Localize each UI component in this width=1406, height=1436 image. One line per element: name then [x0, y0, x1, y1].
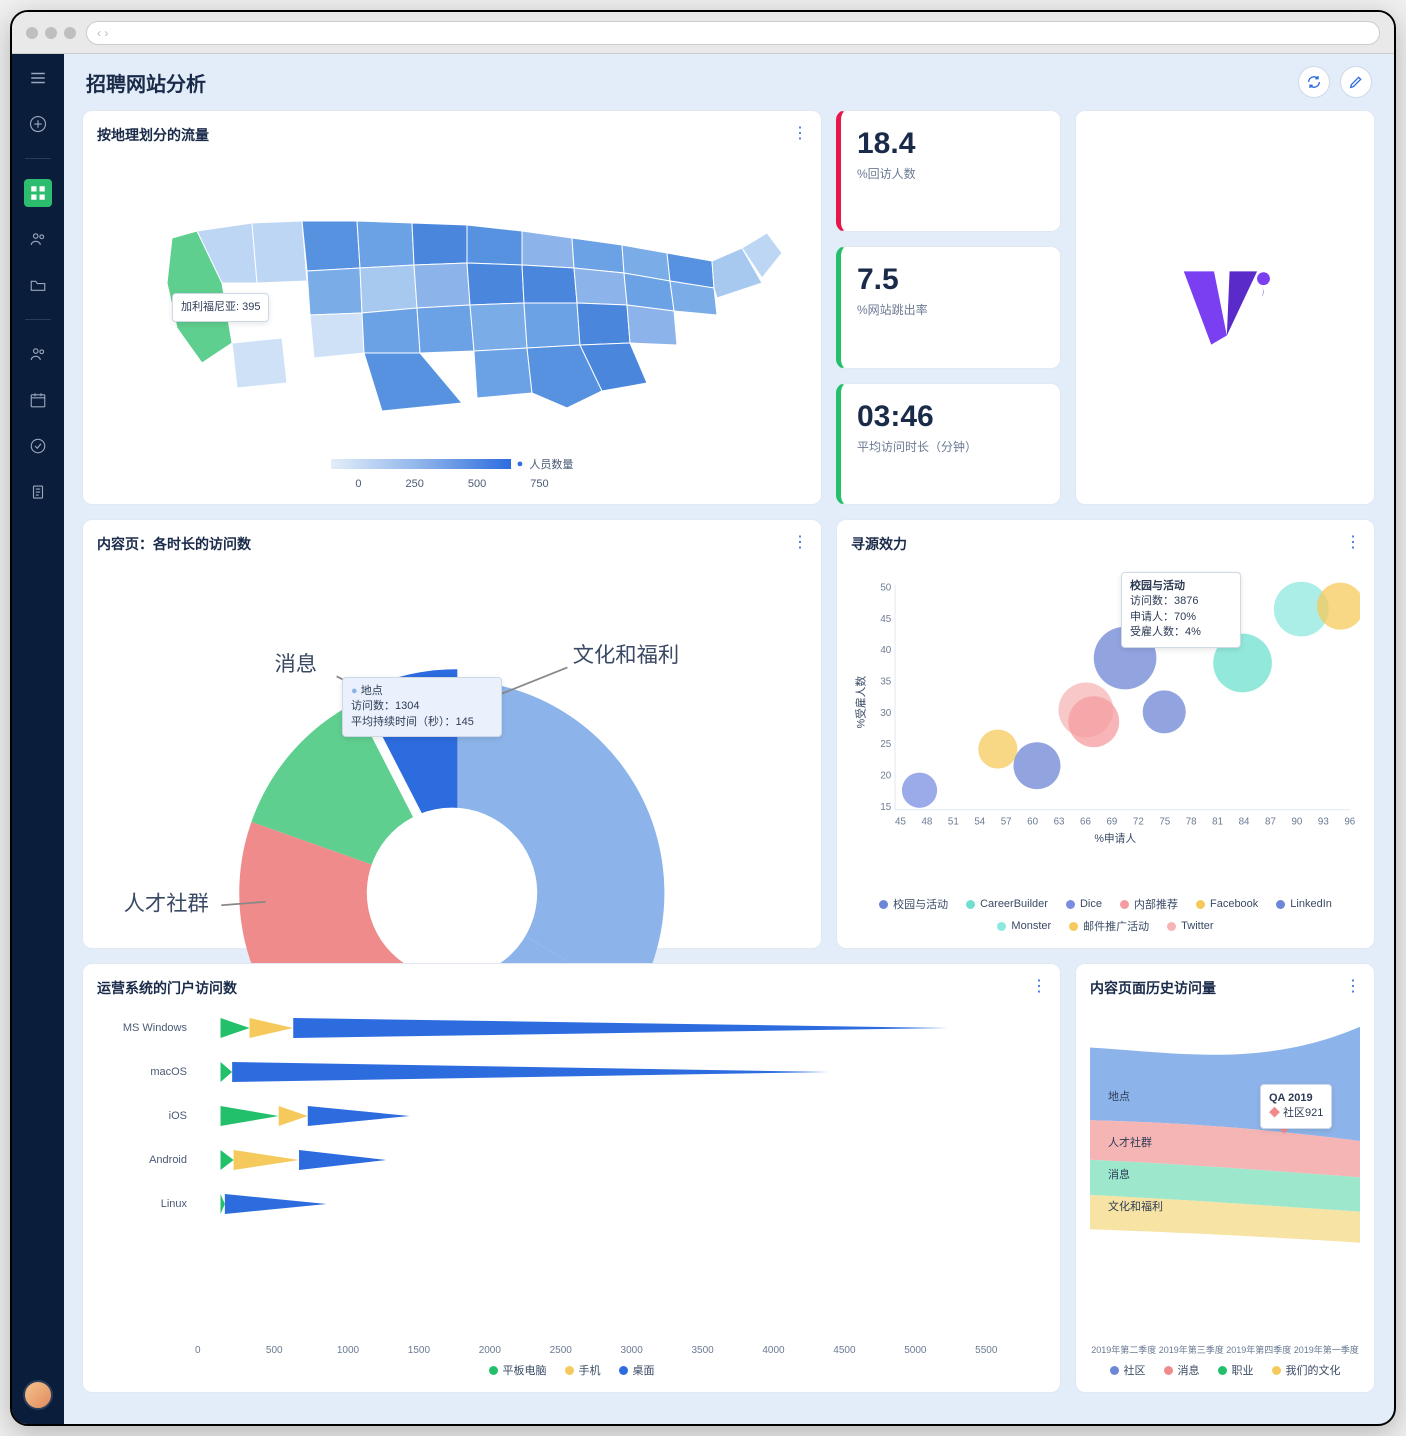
area-card: 内容页面历史访问量 ⋮ 地点 人才社群 消息 文化和福利 [1075, 963, 1375, 1393]
check-icon[interactable] [24, 432, 52, 460]
brand-logo-icon [1170, 253, 1280, 363]
bubble-card: 寻源效力 ⋮ 152025 303540 4550 454851 545760 [836, 519, 1375, 949]
svg-text:48: 48 [921, 816, 932, 827]
kpi-card: 18.4%回访人数 [836, 110, 1061, 232]
browser-titlebar: ‹ › [12, 12, 1394, 54]
svg-text:50: 50 [880, 583, 891, 594]
svg-text:文化和福利: 文化和福利 [573, 643, 680, 667]
svg-text:63: 63 [1054, 816, 1065, 827]
bubble-legend: 校园与活动CareerBuilderDice内部推荐FacebookLinked… [851, 890, 1360, 934]
svg-text:51: 51 [948, 816, 959, 827]
svg-text:81: 81 [1212, 816, 1223, 827]
svg-text:78: 78 [1186, 816, 1197, 827]
svg-text:84: 84 [1239, 816, 1250, 827]
svg-text:66: 66 [1080, 816, 1091, 827]
svg-text:57: 57 [1001, 816, 1012, 827]
donut-card: 内容页：各时长的访问数 ⋮ 消息 [82, 519, 822, 949]
dashboard-icon[interactable] [24, 179, 52, 207]
svg-text:93: 93 [1318, 816, 1329, 827]
svg-text:96: 96 [1344, 816, 1355, 827]
svg-text:60: 60 [1027, 816, 1038, 827]
svg-text:87: 87 [1265, 816, 1276, 827]
clipboard-icon[interactable] [24, 478, 52, 506]
svg-text:69: 69 [1106, 816, 1117, 827]
svg-text:54: 54 [974, 816, 985, 827]
card-menu-icon[interactable]: ⋮ [1031, 976, 1048, 996]
svg-text:消息: 消息 [275, 652, 318, 676]
svg-text:%受雇人数: %受雇人数 [855, 676, 868, 729]
svg-text:75: 75 [1159, 816, 1170, 827]
map-tooltip: 加利福尼亚: 395 [172, 293, 269, 322]
bubble-tooltip: 校园与活动 访问数：3876 申请人：70% 受雇人数：4% [1121, 572, 1241, 648]
logo-card [1075, 110, 1375, 505]
svg-text:15: 15 [880, 802, 891, 813]
map-card: 按地理划分的流量 ⋮ [82, 110, 822, 505]
url-bar[interactable]: ‹ › [86, 21, 1380, 45]
svg-text:45: 45 [880, 614, 891, 625]
svg-text:72: 72 [1133, 816, 1144, 827]
card-menu-icon[interactable]: ⋮ [792, 123, 809, 143]
svg-text:45: 45 [895, 816, 906, 827]
calendar-icon[interactable] [24, 386, 52, 414]
user-avatar[interactable] [23, 1380, 53, 1410]
team-icon[interactable] [24, 340, 52, 368]
edit-button[interactable] [1340, 66, 1372, 98]
kpi-card: 03:46平均访问时长（分钟） [836, 383, 1061, 505]
menu-icon[interactable] [24, 64, 52, 92]
area-tooltip: QA 2019 ◆ 社区921 [1260, 1084, 1332, 1129]
people-icon[interactable] [24, 225, 52, 253]
kpi-column: 18.4%回访人数 7.5%网站跳出率 03:46平均访问时长（分钟） [836, 110, 1061, 505]
svg-text:40: 40 [880, 645, 891, 656]
page-title: 招聘网站分析 [86, 68, 206, 97]
svg-text:人才社群: 人才社群 [124, 892, 209, 916]
refresh-button[interactable] [1298, 66, 1330, 98]
svg-text:30: 30 [880, 708, 891, 719]
svg-text:20: 20 [880, 770, 891, 781]
donut-tooltip: ● 地点 访问数：1304 平均持续时间（秒）：145 [342, 677, 502, 737]
kpi-card: 7.5%网站跳出率 [836, 246, 1061, 368]
folder-icon[interactable] [24, 271, 52, 299]
svg-text:25: 25 [880, 739, 891, 750]
svg-text:35: 35 [880, 676, 891, 687]
area-legend: 社区消息职业我们的文化 [1090, 1356, 1360, 1378]
sidebar [12, 54, 64, 1424]
card-menu-icon[interactable]: ⋮ [1345, 532, 1362, 552]
svg-text:90: 90 [1291, 816, 1302, 827]
bars-legend: 平板电脑手机桌面 [97, 1356, 1046, 1378]
card-menu-icon[interactable]: ⋮ [792, 532, 809, 552]
card-menu-icon[interactable]: ⋮ [1345, 976, 1362, 996]
add-icon[interactable] [24, 110, 52, 138]
bars-card: 运营系统的门户访问数 ⋮ MS WindowsmacOSiOSAndroidLi… [82, 963, 1061, 1393]
svg-text:%申请人: %申请人 [1094, 832, 1136, 845]
